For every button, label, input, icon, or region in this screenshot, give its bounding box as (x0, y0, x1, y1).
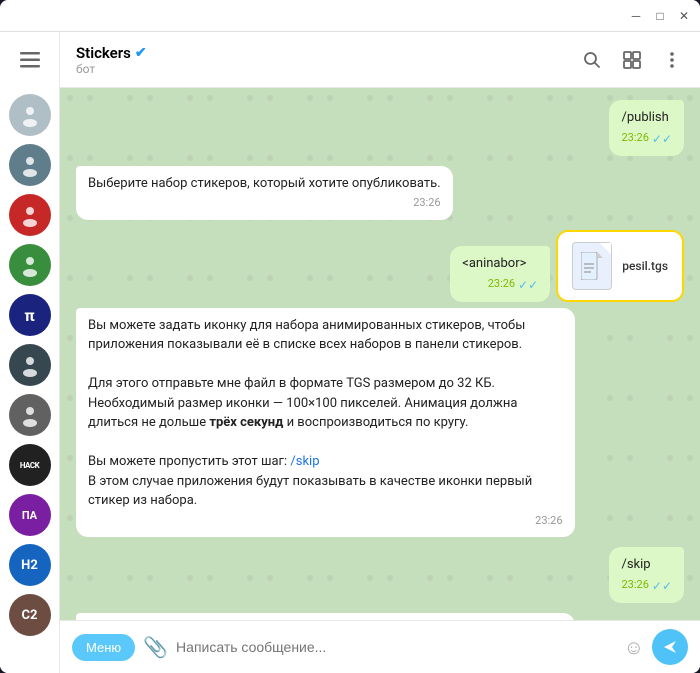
bubble-choose-set: Выберите набор стикеров, который хотите … (76, 166, 453, 220)
file-bubble-container: pesil.tgs (556, 230, 684, 302)
sidebar-avatar-pa[interactable]: ПА (9, 494, 51, 536)
sidebar: π HACK ПА H2 C2 (0, 32, 60, 673)
menu-button[interactable]: Меню (72, 634, 135, 661)
msg-skip-time: 23:26 ✓✓ (621, 577, 672, 595)
bubble-icon-info: Вы можете задать иконку для набора аними… (76, 308, 575, 538)
msg-icon-time: 23:26 (88, 513, 563, 530)
sidebar-avatar-grey[interactable] (9, 394, 51, 436)
file-bubble: pesil.tgs (556, 230, 684, 302)
search-icon[interactable] (580, 48, 604, 72)
message-icon-info: Вы можете задать иконку для набора аними… (76, 308, 684, 538)
emoji-icon[interactable]: ☺ (624, 635, 644, 660)
message-publish: /publish 23:26 ✓✓ (76, 100, 684, 156)
close-button[interactable]: ✕ (676, 8, 692, 24)
sidebar-avatar-red[interactable] (9, 194, 51, 236)
chat-name-text: Stickers (76, 44, 131, 62)
chat-header-info: Stickers ✔ бот (76, 44, 580, 76)
send-button[interactable] (652, 629, 688, 665)
title-bar: ─ □ ✕ (0, 0, 700, 32)
bubble-aninabor: <aninabor> 23:26 ✓✓ (450, 246, 550, 302)
minimize-button[interactable]: ─ (628, 8, 644, 24)
message-short-name: Пожалуйста, выберите короткое название, … (76, 613, 684, 621)
chat-messages: /publish 23:26 ✓✓ Выберите набор стикеро… (60, 88, 700, 620)
msg-publish-time: 23:26 ✓✓ (621, 130, 672, 148)
msg-icon-text: Вы можете задать иконку для набора аними… (88, 316, 563, 511)
attach-icon[interactable]: 📎 (143, 635, 168, 659)
message-choose-set: Выберите набор стикеров, который хотите … (76, 166, 684, 220)
sidebar-avatar-h2[interactable]: H2 (9, 544, 51, 586)
layout-icon[interactable] (620, 48, 644, 72)
sidebar-avatar-1[interactable] (9, 94, 51, 136)
bubble-short-name: Пожалуйста, выберите короткое название, … (76, 613, 575, 621)
input-bar: Меню 📎 ☺ (60, 620, 700, 673)
bubble-publish: /publish 23:26 ✓✓ (609, 100, 684, 156)
app-window: ─ □ ✕ (0, 0, 700, 673)
msg-aninabor-text: <aninabor> (462, 254, 538, 274)
msg-publish-text: /publish (621, 108, 672, 128)
maximize-button[interactable]: □ (652, 8, 668, 24)
chat-name: Stickers ✔ (76, 44, 580, 62)
sidebar-avatar-hack[interactable]: HACK (9, 444, 51, 486)
chat-header-actions (580, 48, 684, 72)
msg-aninabor-row: <aninabor> 23:26 ✓✓ (76, 230, 684, 302)
sidebar-avatar-c2[interactable]: C2 (9, 594, 51, 636)
bubble-skip: /skip 23:26 ✓✓ (609, 547, 684, 603)
msg-choose-time: 23:26 (88, 195, 441, 212)
chat-header: Stickers ✔ бот (60, 32, 700, 88)
double-check-icon2: ✓✓ (518, 276, 538, 294)
sidebar-avatar-green[interactable] (9, 244, 51, 286)
main-layout: π HACK ПА H2 C2 Stickers ✔ бот (0, 32, 700, 673)
double-check-icon3: ✓✓ (652, 577, 672, 595)
message-input[interactable] (176, 639, 616, 655)
more-icon[interactable] (660, 48, 684, 72)
msg-skip-text: /skip (621, 555, 672, 575)
file-name-text: pesil.tgs (622, 259, 668, 273)
sidebar-avatar-dark[interactable] (9, 344, 51, 386)
message-skip: /skip 23:26 ✓✓ (76, 547, 684, 603)
title-bar-controls: ─ □ ✕ (628, 8, 692, 24)
chat-subtitle: бот (76, 62, 580, 76)
verified-icon: ✔ (135, 45, 147, 61)
sidebar-avatar-pi[interactable]: π (9, 294, 51, 336)
double-check-icon: ✓✓ (652, 130, 672, 148)
sidebar-avatar-2[interactable] (9, 144, 51, 186)
chat-area: Stickers ✔ бот (60, 32, 700, 673)
sidebar-menu-icon[interactable] (10, 40, 50, 80)
msg-aninabor-time: 23:26 ✓✓ (462, 276, 538, 294)
skip-link-1[interactable]: /skip (290, 454, 319, 469)
file-icon (572, 242, 612, 290)
msg-choose-text: Выберите набор стикеров, который хотите … (88, 174, 441, 194)
